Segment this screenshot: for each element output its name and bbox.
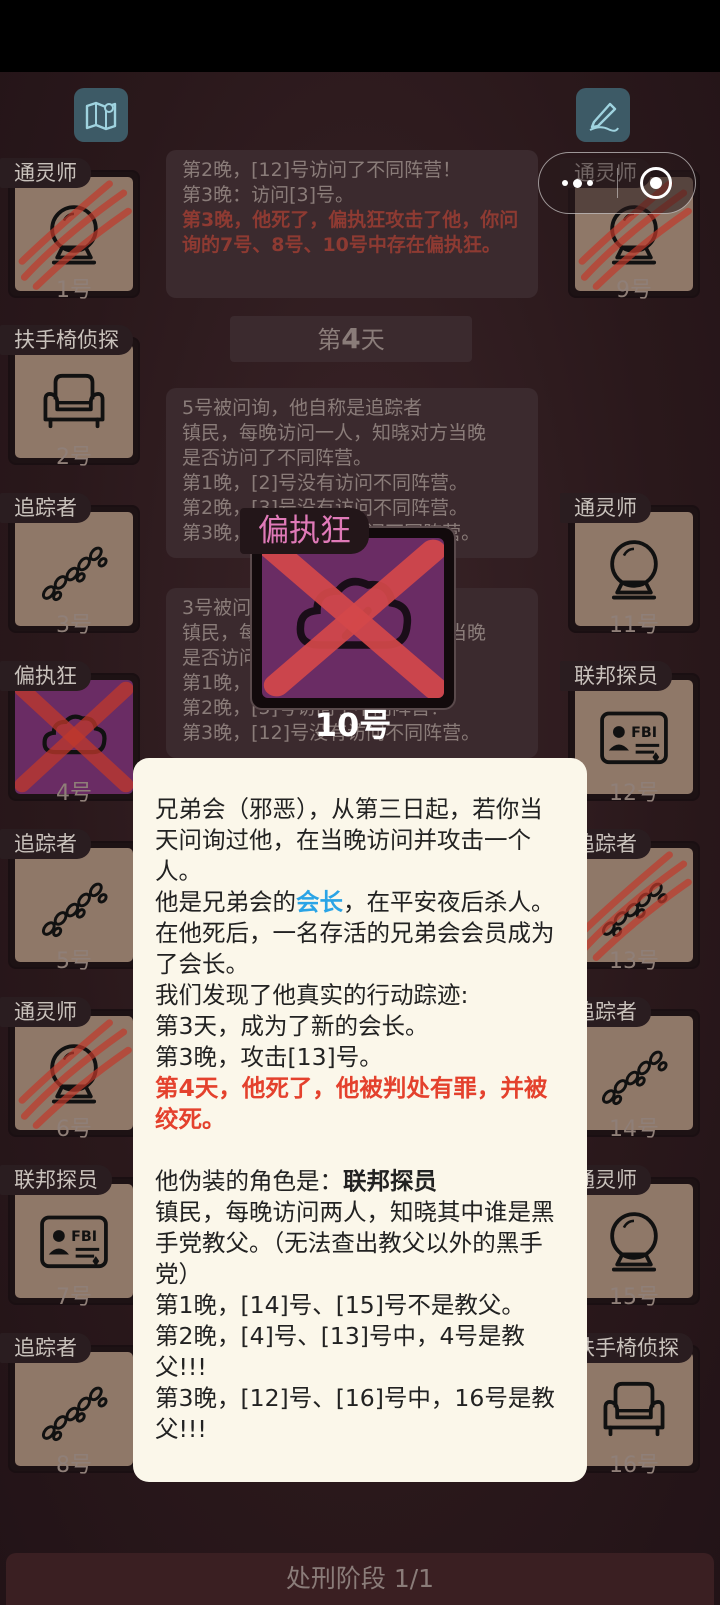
more-button[interactable] (539, 178, 617, 188)
player-role-label: 通灵师 (560, 493, 651, 523)
popup-result-line: 第1晚，[14]号、[15]号不是教父。 (155, 1291, 525, 1319)
player-card[interactable]: 联邦探员 FBI 7号 (0, 1165, 140, 1310)
player-role-label: 联邦探员 (560, 661, 672, 691)
player-card[interactable]: 通灵师 1号 (0, 158, 140, 303)
player-number: 4号 (56, 781, 92, 806)
player-number: 7号 (56, 1285, 92, 1310)
player-number: 13号 (609, 949, 659, 974)
footprints-icon (601, 1050, 668, 1106)
pen-icon (589, 102, 619, 132)
feed-line: 第3晚：访问[3]号。 (182, 184, 355, 206)
player-number: 2号 (56, 445, 92, 470)
player-role-label: 扶手椅侦探 (0, 325, 133, 355)
popup-trace-line: 第3晚，攻击[13]号。 (155, 1043, 383, 1071)
map-icon (85, 101, 117, 131)
player-role-label: 偏执狂 (0, 661, 91, 691)
player-number: 5号 (56, 949, 92, 974)
notes-button[interactable] (576, 88, 630, 142)
phase-label: 处刑阶段 1/1 (285, 1564, 435, 1593)
player-number: 9号 (616, 278, 652, 303)
footprints-icon (41, 1386, 108, 1442)
player-card[interactable]: 扶手椅侦探 2号 (0, 325, 140, 470)
crystal-ball-icon (610, 1212, 658, 1272)
footprints-icon (41, 546, 108, 602)
popup-text: 他是兄弟会的 (155, 888, 296, 916)
selected-player-card[interactable]: 偏执狂 10号 (240, 508, 466, 744)
selected-portrait (262, 538, 444, 698)
player-number: 3号 (56, 613, 92, 638)
day-number: 4 (341, 322, 361, 355)
armchair-icon (43, 373, 105, 429)
player-role-label: 追踪者 (0, 829, 91, 859)
player-role-label: 联邦探员 (0, 1165, 112, 1195)
feed-line: 是否访问了不同阵营。 (182, 447, 373, 469)
player-card[interactable]: 偏执狂 4号 (0, 661, 140, 806)
player-card[interactable]: 通灵师 11号 (560, 493, 700, 638)
player-number: 11号 (609, 613, 659, 638)
fbi-badge-icon: FBI (40, 1215, 108, 1269)
svg-text:FBI: FBI (71, 1229, 97, 1245)
crystal-ball-icon (610, 540, 658, 600)
map-button[interactable] (74, 88, 128, 142)
svg-text:FBI: FBI (631, 725, 657, 741)
player-card[interactable]: 追踪者 5号 (0, 829, 140, 974)
feed-line: 第1晚，[2]号没有访问不同阵营。 (182, 472, 469, 494)
disguise-role: 联邦探员 (343, 1167, 437, 1195)
popup-trace-line: 第3天，成为了新的会长。 (155, 1012, 429, 1040)
target-icon (640, 167, 673, 199)
phase-bar: 处刑阶段 1/1 (6, 1553, 714, 1605)
popup-text: 他伪装的角色是： (155, 1167, 343, 1195)
player-role-label: 通灵师 (0, 997, 91, 1027)
popup-trace-header: 我们发现了他真实的行动踪迹: (155, 981, 469, 1009)
player-card[interactable]: 追踪者 8号 (0, 1333, 140, 1478)
day-suffix: 天 (360, 326, 385, 354)
feed-entry: 第2晚，[12]号访问了不同阵营！ 第3晚：访问[3]号。 第3晚，他死了，偏执… (166, 150, 538, 298)
player-role-label: 通灵师 (0, 158, 91, 188)
popup-result-line: 第3晚，[12]号、[16]号中，16号是教父!!! (155, 1384, 555, 1443)
fbi-badge-icon: FBI (600, 711, 668, 765)
feed-line: 5号被问询，他自称是追踪者 (182, 397, 423, 419)
popup-disguise-line: 他伪装的角色是：联邦探员 (155, 1166, 565, 1197)
popup-faction-desc: 兄弟会（邪恶），从第三日起，若你当天问询过他，在当晚访问并攻击一个人。 (155, 795, 543, 885)
player-number: 8号 (56, 1453, 92, 1478)
player-number: 14号 (609, 1117, 659, 1142)
selected-player-number: 10号 (314, 706, 392, 744)
player-number: 1号 (56, 278, 92, 303)
role-info-popup: 兄弟会（邪恶），从第三日起，若你当天问询过他，在当晚访问并攻击一个人。 他是兄弟… (133, 758, 587, 1482)
popup-role-desc: 他是兄弟会的会长，在平安夜后杀人。在他死后，一名存活的兄弟会会员成为了会长。 (155, 887, 565, 980)
feed-line: 第2晚，[12]号访问了不同阵营！ (182, 159, 462, 181)
cross-mark-icon (262, 538, 444, 698)
player-card[interactable]: 追踪者 3号 (0, 493, 140, 638)
popup-spacer (155, 1135, 565, 1166)
armchair-icon (603, 1381, 665, 1437)
status-bar (0, 0, 720, 72)
day-header: 第4天 (230, 316, 472, 362)
popup-death-line: 第4天，他死了，他被判处有罪，并被绞死。 (155, 1074, 548, 1133)
feed-line: 镇民，每晚访问一人，知晓对方当晚 (182, 422, 487, 444)
popup-disguise-desc: 镇民，每晚访问两人，知晓其中谁是黑手党教父。（无法查出教父以外的黑手党） (155, 1198, 555, 1288)
feed-death-line: 第3晚，他死了，偏执狂攻击了他，你问询的7号、8号、10号中存在偏执狂。 (182, 209, 519, 256)
player-role-label: 追踪者 (0, 1333, 91, 1363)
selected-role-label: 偏执狂 (240, 508, 369, 554)
footprints-icon (41, 882, 108, 938)
role-link[interactable]: 会长 (296, 888, 343, 916)
day-prefix: 第 (317, 326, 342, 354)
player-card[interactable]: 通灵师 6号 (0, 997, 140, 1142)
player-number: 12号 (609, 781, 659, 806)
player-number: 16号 (609, 1453, 659, 1478)
mini-program-capsule (538, 152, 696, 214)
popup-result-line: 第2晚，[4]号、[13]号中，4号是教父!!! (155, 1322, 525, 1381)
player-number: 6号 (56, 1117, 92, 1142)
player-role-label: 追踪者 (0, 493, 91, 523)
player-number: 15号 (609, 1285, 659, 1310)
close-button[interactable] (618, 167, 696, 199)
